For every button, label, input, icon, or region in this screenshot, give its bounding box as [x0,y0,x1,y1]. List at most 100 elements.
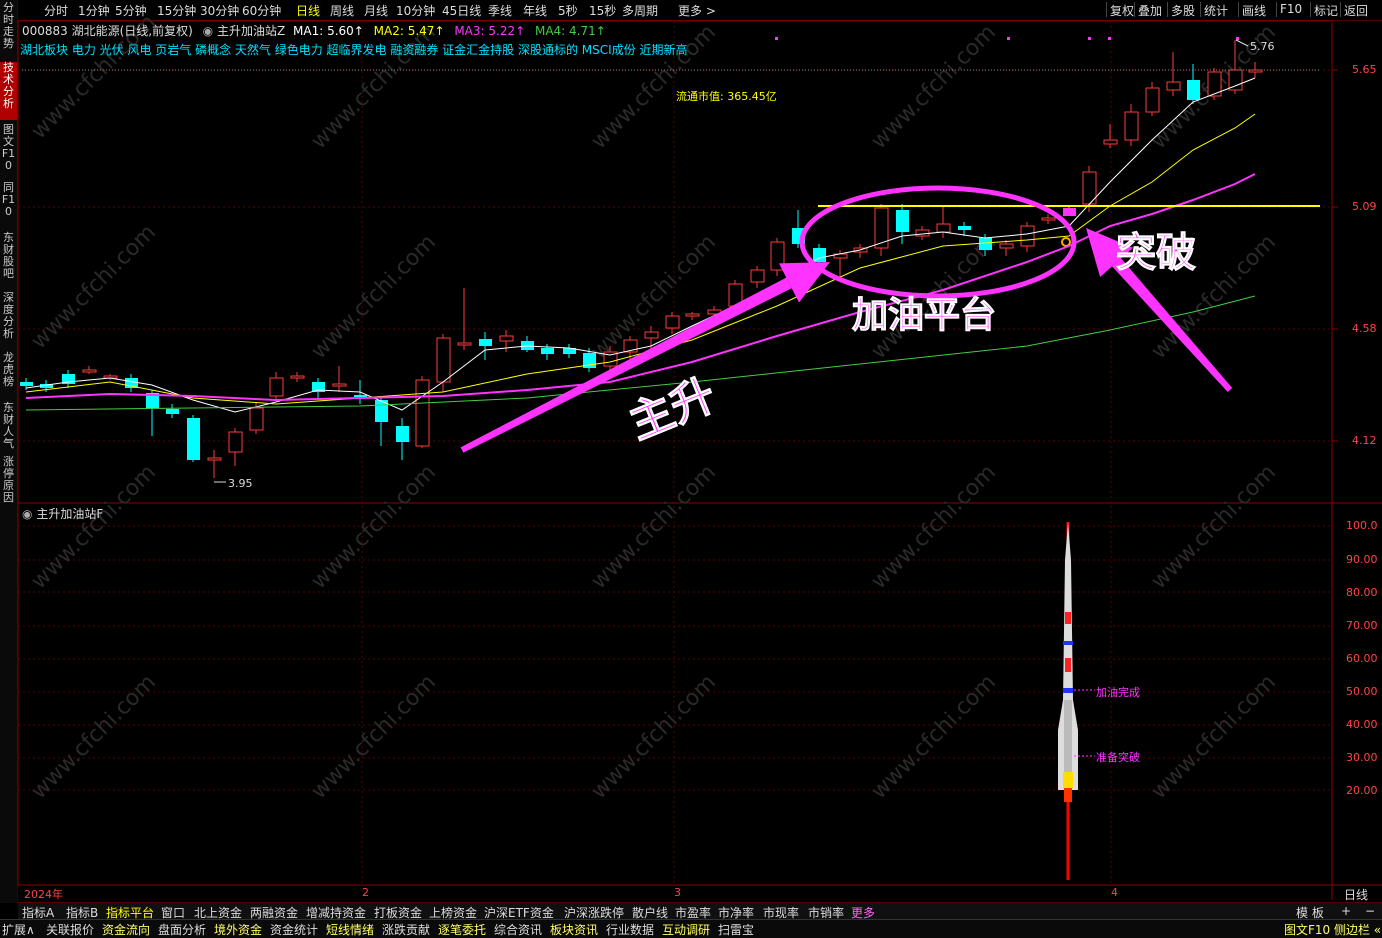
candle-body [457,342,472,346]
status-bar: 扩展∧ 关联报价 资金流向 盘面分析 境外资金 资金统计 短线情绪 涨跌贡献 逐笔委托 综合资讯板… [0,919,1382,938]
concept-tags[interactable]: 湖北板块 电力 光伏 风电 页岩气 磷概念 天然气 绿色电力 超临界发电 融资融… [20,41,687,58]
sub-tick: 70.00 [1346,619,1378,632]
ma3-value: MA3: 5.22↑ [454,24,526,38]
ma1-value: MA1: 5.60↑ [293,24,364,38]
status-tab-9[interactable]: 综合资讯 [494,921,542,938]
rocket-band [1063,641,1073,645]
watermark-text: www.cfchi.com [587,230,721,364]
chart-header: 000883 湖北能源(日线,前复权) ◉ 主升加油站Z MA1: 5.60↑ … [22,22,606,39]
ma2-value: MA2: 5.47↑ [373,24,445,38]
sub-tick: 40.00 [1346,718,1378,731]
sub-tick: 60.00 [1346,652,1378,665]
candle-body [290,375,305,379]
watermark-text: www.cfchi.com [307,230,441,364]
time-tick: 2024年 [24,888,63,901]
status-tab-12[interactable]: 互动调研 [662,921,710,938]
candle-body [1041,217,1056,221]
kline-chart[interactable]: www.cfchi.com www.cfchi.com www.cfchi.com w… [0,0,1382,937]
rocket-flame-red [1064,788,1072,802]
signal-marker [1108,37,1111,40]
platform-annotation: 加油平台 [851,295,997,337]
bottom-minus-button[interactable]: − [1365,904,1375,918]
watermark-text: www.cfchi.com [307,460,441,594]
candle-body [644,331,659,339]
candle-body [436,337,451,383]
candle-body [896,210,909,232]
axis-mode-label[interactable]: 日线 [1344,886,1368,903]
candle-body [1187,80,1200,100]
signal-marker [1088,37,1091,40]
indicator-name[interactable]: 主升加油站Z [217,24,285,38]
sub-tick: 90.00 [1346,553,1378,566]
ma3-line [25,173,1256,402]
signal-marker [1236,37,1239,40]
rise-arrow-shaft [460,277,792,453]
indicator-dropdown-icon[interactable]: ◉ [203,24,213,38]
status-tab-3[interactable]: 盘面分析 [158,921,206,938]
candle-body [685,313,700,317]
indicator-tab-bar: 指标A 指标B 指标平台 窗口 北上资金 两融资金 增减持资金 打板资金 上榜资金 沪深ETF资金… [18,902,1382,920]
status-tab-8[interactable]: 逐笔委托 [438,921,486,938]
status-right-links[interactable]: 图文F10 侧边栏 « [1284,921,1381,938]
watermark-text: www.cfchi.com [867,670,1001,804]
status-tab-0[interactable]: 扩展∧ [2,921,35,938]
high-price-label: 5.76 [1250,40,1275,53]
status-tab-2[interactable]: 资金流向 [102,921,150,938]
candle-body [874,207,889,249]
price-tick: 5.65 [1352,63,1377,76]
status-tab-4[interactable]: 境外资金 [214,921,262,938]
candle-body [354,395,367,397]
candle-body [20,382,33,386]
ma4-value: MA4: 4.71↑ [534,24,606,38]
prepare-breakout-label: 准备突破 [1096,751,1140,764]
status-tab-6[interactable]: 短线情绪 [326,921,374,938]
candle-body [187,418,200,460]
watermark-text: www.cfchi.com [867,460,1001,594]
candle-body [82,369,97,373]
status-tab-5[interactable]: 资金统计 [270,921,318,938]
stock-title: 000883 湖北能源(日线,前复权) [22,24,193,38]
sub-chart-title: ◉ 主升加油站F [22,505,103,522]
bottom-plus-button[interactable]: + [1341,904,1351,918]
candle-body [1166,81,1181,91]
watermark-text: www.cfchi.com [27,670,161,804]
candle-body [813,248,826,262]
status-tab-1[interactable]: 关联报价 [46,921,94,938]
sub-indicator-name[interactable]: 主升加油站F [36,507,103,521]
sub-tick: 100.0 [1346,519,1378,532]
watermark-text: www.cfchi.com [307,670,441,804]
status-tab-11[interactable]: 行业数据 [606,921,654,938]
sub-tick: 80.00 [1346,586,1378,599]
price-tick: 5.09 [1352,200,1377,213]
time-tick: 2 [362,886,369,899]
time-tick: 3 [674,886,681,899]
signal-marker [775,37,778,40]
sub-tick: 20.00 [1346,784,1378,797]
candle-body [541,348,554,354]
candle-body [1145,87,1160,113]
sub-tick: 50.00 [1346,685,1378,698]
rocket-flame-yellow [1063,772,1073,788]
candle-body [999,243,1014,249]
candle-body [521,341,534,350]
candle-body [479,339,492,346]
sub-dropdown-icon[interactable]: ◉ [22,507,32,521]
time-tick: 4 [1111,886,1118,899]
status-tab-13[interactable]: 扫雷宝 [718,921,754,938]
breakout-candle [1063,208,1076,216]
watermark-text: www.cfchi.com [1147,460,1281,594]
price-tick: 4.12 [1352,434,1377,447]
candle-body [958,226,971,230]
candle-body [207,457,222,461]
candle-body [1124,111,1139,141]
candle-body [665,315,680,329]
status-tab-10[interactable]: 板块资讯 [550,921,598,938]
low-price-label: 3.95 [228,477,253,490]
watermark-text: www.cfchi.com [27,460,161,594]
candle-body [750,269,765,283]
candle-body [332,383,347,387]
rocket-stripe [1065,612,1071,624]
status-tab-7[interactable]: 涨跌贡献 [382,921,430,938]
candle-body [1103,139,1118,145]
market-cap-label: 流通市值: 365.45亿 [676,90,777,103]
